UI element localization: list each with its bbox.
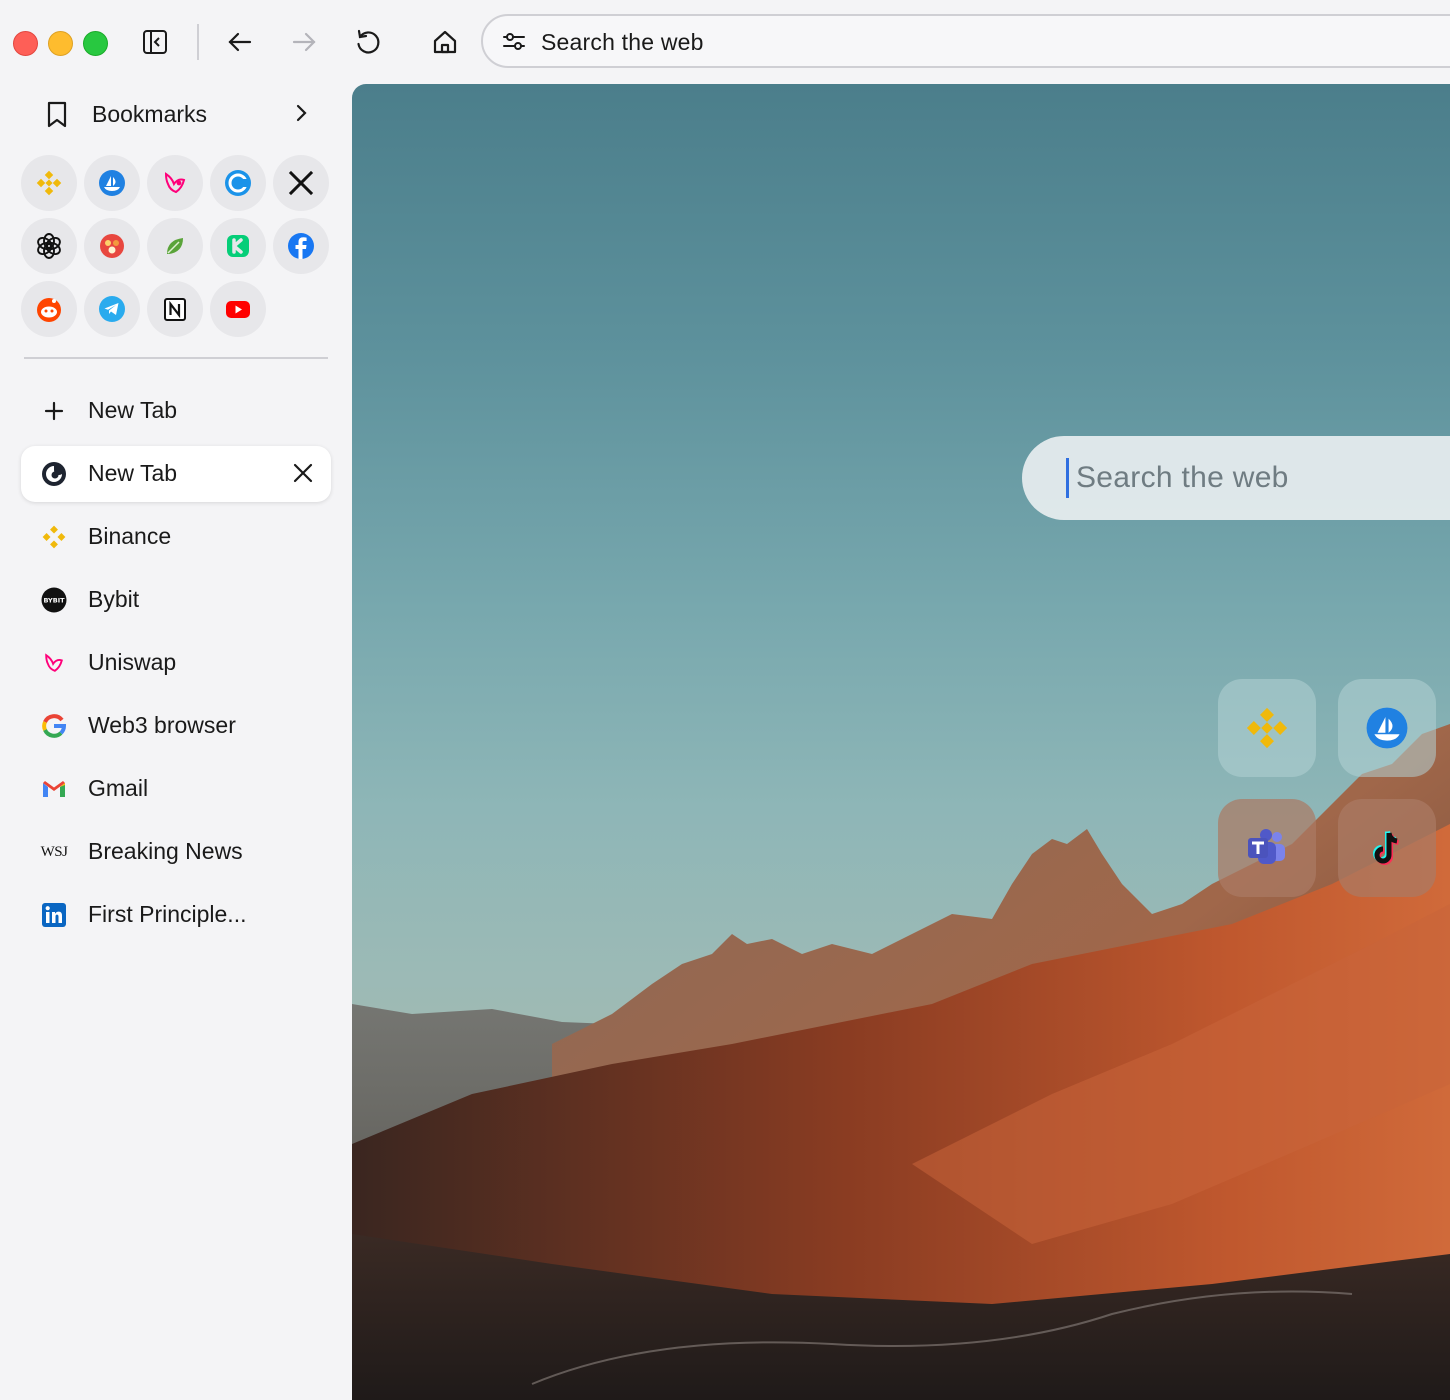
facebook-icon xyxy=(288,233,314,259)
telegram-icon xyxy=(99,296,125,322)
tab-label: Breaking News xyxy=(88,838,243,864)
favorite-coinmarketcap[interactable] xyxy=(210,155,266,211)
address-bar[interactable]: Search the web xyxy=(481,14,1450,68)
pancakeswap-icon xyxy=(100,234,124,258)
search-box[interactable]: Search the web xyxy=(1022,436,1450,520)
close-window-button[interactable] xyxy=(13,31,38,56)
uniswap-icon xyxy=(164,172,186,194)
bookmarks-label: Bookmarks xyxy=(92,101,208,127)
new-tab-button[interactable]: New Tab xyxy=(21,383,331,439)
sidebar-divider xyxy=(24,357,328,359)
favorite-x[interactable] xyxy=(273,155,329,211)
new-tab-page: Search the web xyxy=(352,84,1450,1400)
tab-label: Gmail xyxy=(88,775,149,801)
sidebar: Bookmarks New Tab New Tab Binance BYBIT … xyxy=(0,84,352,1400)
google-icon xyxy=(40,712,68,740)
youtube-icon xyxy=(226,301,250,318)
favorite-pancakeswap[interactable] xyxy=(84,218,140,274)
binance-icon xyxy=(40,523,68,551)
home-icon xyxy=(433,30,457,54)
favorite-notion[interactable] xyxy=(147,281,203,337)
tab-label: Web3 browser xyxy=(88,712,236,738)
favorite-youtube[interactable] xyxy=(210,281,266,337)
favorite-chatgpt[interactable] xyxy=(21,218,77,274)
new-tab-label: New Tab xyxy=(88,397,178,423)
arrow-left-icon xyxy=(228,32,252,52)
favorite-telegram[interactable] xyxy=(84,281,140,337)
gmail-icon xyxy=(40,775,68,803)
uniswap-icon xyxy=(40,649,68,677)
tab-item[interactable]: First Principle... xyxy=(21,887,331,943)
bookmark-icon xyxy=(42,99,72,134)
favorite-reddit[interactable] xyxy=(21,281,77,337)
svg-text:BYBIT: BYBIT xyxy=(43,597,65,605)
chevron-right-icon xyxy=(290,102,312,129)
close-tab-icon[interactable] xyxy=(291,461,315,490)
tiktok-icon xyxy=(1373,831,1399,865)
linkedin-icon xyxy=(40,901,68,929)
sidebar-toggle-icon xyxy=(143,30,167,54)
tab-label: Uniswap xyxy=(88,649,177,675)
address-bar-text[interactable]: Search the web xyxy=(541,29,704,56)
plus-icon xyxy=(40,397,68,425)
microsoft-teams-icon xyxy=(1248,829,1285,864)
notion-icon xyxy=(164,298,186,321)
reddit-icon xyxy=(37,298,61,322)
tab-label: Binance xyxy=(88,523,172,549)
binance-icon xyxy=(36,170,62,196)
favorite-facebook[interactable] xyxy=(273,218,329,274)
x-icon xyxy=(288,170,314,196)
coinmarketcap-icon xyxy=(225,170,251,196)
tab-item[interactable]: Uniswap xyxy=(21,635,331,691)
favorite-kickstarter[interactable] xyxy=(210,218,266,274)
kickstarter-icon xyxy=(227,235,249,257)
opensea-icon xyxy=(1366,707,1408,749)
reload-button[interactable] xyxy=(348,22,388,62)
minimize-window-button[interactable] xyxy=(48,31,73,56)
forward-button[interactable] xyxy=(284,22,324,62)
tab-label: Bybit xyxy=(88,586,140,612)
tab-item[interactable]: Web3 browser xyxy=(21,698,331,754)
bybit-icon: BYBIT xyxy=(40,586,68,614)
opensea-icon xyxy=(99,170,125,196)
toolbar-separator xyxy=(197,24,199,60)
binance-icon xyxy=(1246,707,1288,749)
favorite-uniswap[interactable] xyxy=(147,155,203,211)
tab-item[interactable]: New Tab xyxy=(21,446,331,502)
text-cursor xyxy=(1066,458,1069,498)
quick-link-teams[interactable] xyxy=(1218,799,1316,897)
bookmarks-row[interactable]: Bookmarks xyxy=(20,92,332,136)
maximize-window-button[interactable] xyxy=(83,31,108,56)
home-button[interactable] xyxy=(425,22,465,62)
tab-item[interactable]: BYBIT Bybit xyxy=(21,572,331,628)
toggle-sidebar-button[interactable] xyxy=(135,22,175,62)
browser-toolbar: Search the web xyxy=(0,0,1450,84)
search-placeholder[interactable]: Search the web xyxy=(1076,461,1289,495)
quick-link-opensea[interactable] xyxy=(1338,679,1436,777)
tab-item[interactable]: Gmail xyxy=(21,761,331,817)
quick-link-binance[interactable] xyxy=(1218,679,1316,777)
chatgpt-icon xyxy=(37,233,61,259)
site-settings-icon[interactable] xyxy=(501,29,527,60)
quick-link-tiktok[interactable] xyxy=(1338,799,1436,897)
tab-item[interactable]: Binance xyxy=(21,509,331,565)
browser-logo-icon xyxy=(40,460,68,488)
favorite-leaf[interactable] xyxy=(147,218,203,274)
tab-label: First Principle... xyxy=(88,901,247,927)
wsj-icon: WSJ xyxy=(40,843,68,860)
favorite-binance[interactable] xyxy=(21,155,77,211)
reload-icon xyxy=(357,29,380,54)
arrow-right-icon xyxy=(292,32,316,52)
tab-item[interactable]: WSJ Breaking News xyxy=(21,824,331,880)
tab-label: New Tab xyxy=(88,460,178,486)
favorite-opensea[interactable] xyxy=(84,155,140,211)
leaf-icon xyxy=(167,238,183,254)
back-button[interactable] xyxy=(220,22,260,62)
